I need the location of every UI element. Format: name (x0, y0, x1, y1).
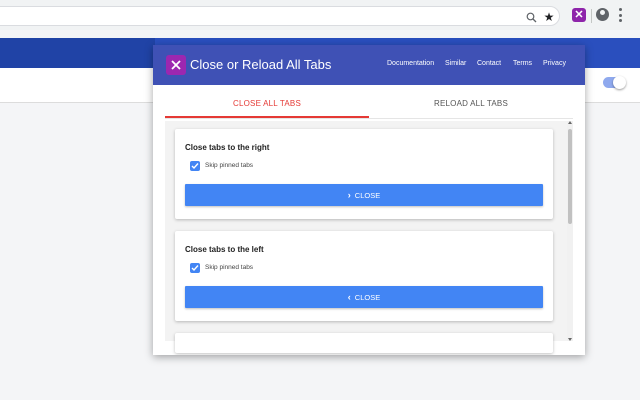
card-next-partial (175, 333, 553, 353)
scroll-thumb[interactable] (568, 129, 572, 224)
tab-content: Close tabs to the right Skip pinned tabs… (165, 121, 567, 353)
popup-header: Close or Reload All Tabs Documentation S… (153, 45, 585, 85)
nav-documentation[interactable]: Documentation (387, 60, 434, 67)
browser-toolbar: ★ ✕ (0, 0, 640, 31)
nav-similar[interactable]: Similar (445, 60, 466, 67)
card-title: Close tabs to the right (185, 143, 270, 152)
tab-bar: CLOSE ALL TABS RELOAD ALL TABS (165, 85, 573, 118)
tab-divider (165, 118, 573, 119)
bookmark-star-icon[interactable]: ★ (541, 9, 557, 25)
checkbox-label: Skip pinned tabs (205, 264, 254, 271)
zoom-icon[interactable] (523, 9, 539, 25)
card-title: Close tabs to the left (185, 245, 264, 254)
close-right-button[interactable]: › CLOSE (185, 184, 543, 206)
button-label: CLOSE (354, 190, 381, 200)
scrollbar[interactable] (567, 121, 573, 341)
toolbar-separator (591, 9, 592, 23)
page-header-left (0, 38, 155, 68)
nav-terms[interactable]: Terms (513, 60, 532, 67)
skip-pinned-checkbox[interactable] (190, 161, 200, 171)
checkbox-label: Skip pinned tabs (205, 162, 254, 169)
popup-title: Close or Reload All Tabs (190, 57, 332, 72)
nav-privacy[interactable]: Privacy (543, 60, 566, 67)
extension-popup: Close or Reload All Tabs Documentation S… (153, 45, 585, 355)
card-close-left: Close tabs to the left Skip pinned tabs … (175, 231, 553, 321)
chevron-right-icon: › (347, 190, 351, 200)
extension-logo-icon (166, 55, 186, 75)
nav-contact[interactable]: Contact (477, 60, 501, 67)
chevron-left-icon: ‹ (347, 292, 351, 302)
tab-reload-all[interactable]: RELOAD ALL TABS (369, 85, 573, 118)
page-toggle-label: de (588, 77, 597, 86)
close-left-button[interactable]: ‹ CLOSE (185, 286, 543, 308)
card-close-right: Close tabs to the right Skip pinned tabs… (175, 129, 553, 219)
scroll-up-arrow-icon[interactable] (568, 121, 572, 124)
skip-pinned-checkbox[interactable] (190, 263, 200, 273)
address-bar[interactable]: ★ (0, 6, 560, 26)
profile-icon[interactable] (596, 8, 609, 21)
page-toggle[interactable] (603, 76, 626, 89)
close-reload-extension-icon[interactable]: ✕ (572, 8, 586, 22)
tab-close-all[interactable]: CLOSE ALL TABS (165, 85, 369, 118)
menu-icon[interactable] (617, 8, 623, 22)
button-label: CLOSE (354, 292, 381, 302)
scroll-down-arrow-icon[interactable] (568, 338, 572, 341)
